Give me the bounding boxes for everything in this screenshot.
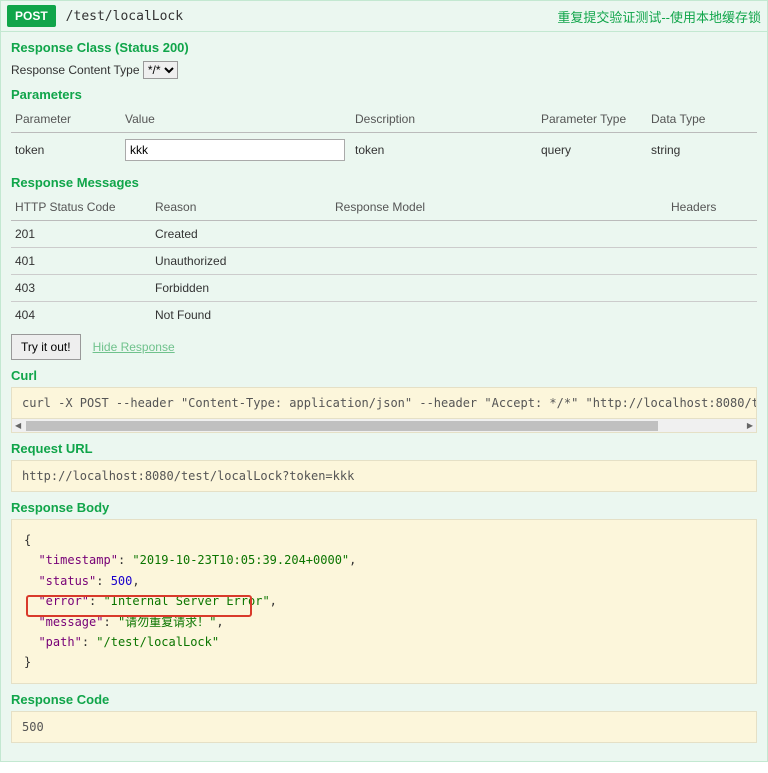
status-code: 403 xyxy=(11,275,151,302)
operation-header[interactable]: POST /test/localLock 重复提交验证测试--使用本地缓存锁 xyxy=(1,1,767,32)
status-code: 201 xyxy=(11,221,151,248)
col-data-type: Data Type xyxy=(647,106,757,133)
response-code-box[interactable]: 500 xyxy=(11,711,757,743)
response-messages-title: Response Messages xyxy=(11,175,757,190)
parameters-title: Parameters xyxy=(11,87,757,102)
response-code-title: Response Code xyxy=(11,692,757,707)
json-status: 500 xyxy=(111,574,133,588)
status-reason: Not Found xyxy=(151,302,331,329)
json-path: /test/localLock xyxy=(104,635,212,649)
response-message-row: 201 Created xyxy=(11,221,757,248)
response-message-row: 404 Not Found xyxy=(11,302,757,329)
parameters-table: Parameter Value Description Parameter Ty… xyxy=(11,106,757,167)
response-messages-table: HTTP Status Code Reason Response Model H… xyxy=(11,194,757,328)
param-data-type: string xyxy=(647,133,757,168)
curl-scrollbar[interactable]: ◀ ▶ xyxy=(11,419,757,433)
scroll-right-icon[interactable]: ▶ xyxy=(747,421,753,430)
col-status-code: HTTP Status Code xyxy=(11,194,151,221)
response-message-row: 403 Forbidden xyxy=(11,275,757,302)
json-timestamp: 2019-10-23T10:05:39.204+0000 xyxy=(140,553,342,567)
col-reason: Reason xyxy=(151,194,331,221)
param-type: query xyxy=(537,133,647,168)
response-class-title: Response Class (Status 200) xyxy=(11,40,757,55)
col-headers: Headers xyxy=(667,194,757,221)
curl-title: Curl xyxy=(11,368,757,383)
response-body-box[interactable]: { "timestamp": "2019-10-23T10:05:39.204+… xyxy=(11,519,757,684)
endpoint-path: /test/localLock xyxy=(66,9,183,24)
json-error: Internal Server Error xyxy=(111,594,263,608)
scroll-left-icon[interactable]: ◀ xyxy=(15,421,21,430)
response-message-row: 401 Unauthorized xyxy=(11,248,757,275)
content-type-select[interactable]: */* xyxy=(143,61,178,79)
param-description: token xyxy=(351,133,537,168)
status-code: 401 xyxy=(11,248,151,275)
endpoint-summary: 重复提交验证测试--使用本地缓存锁 xyxy=(557,7,761,26)
http-method-badge: POST xyxy=(7,5,56,27)
status-code: 404 xyxy=(11,302,151,329)
col-parameter-type: Parameter Type xyxy=(537,106,647,133)
param-value-input[interactable] xyxy=(125,139,345,161)
scrollbar-thumb[interactable] xyxy=(26,421,658,431)
response-body-title: Response Body xyxy=(11,500,757,515)
status-reason: Created xyxy=(151,221,331,248)
col-parameter: Parameter xyxy=(11,106,121,133)
try-it-out-button[interactable]: Try it out! xyxy=(11,334,81,360)
col-description: Description xyxy=(351,106,537,133)
status-reason: Forbidden xyxy=(151,275,331,302)
api-operation-panel: POST /test/localLock 重复提交验证测试--使用本地缓存锁 R… xyxy=(0,0,768,762)
param-name: token xyxy=(11,133,121,168)
col-value: Value xyxy=(121,106,351,133)
col-response-model: Response Model xyxy=(331,194,667,221)
content-type-label: Response Content Type xyxy=(11,63,140,77)
json-message: 请勿重复请求！ xyxy=(125,615,209,629)
content-type-row: Response Content Type */* xyxy=(11,61,757,79)
request-url-title: Request URL xyxy=(11,441,757,456)
hide-response-link[interactable]: Hide Response xyxy=(93,340,175,354)
curl-box[interactable]: curl -X POST --header "Content-Type: app… xyxy=(11,387,757,419)
request-url-box[interactable]: http://localhost:8080/test/localLock?tok… xyxy=(11,460,757,492)
status-reason: Unauthorized xyxy=(151,248,331,275)
parameter-row: token token query string xyxy=(11,133,757,168)
